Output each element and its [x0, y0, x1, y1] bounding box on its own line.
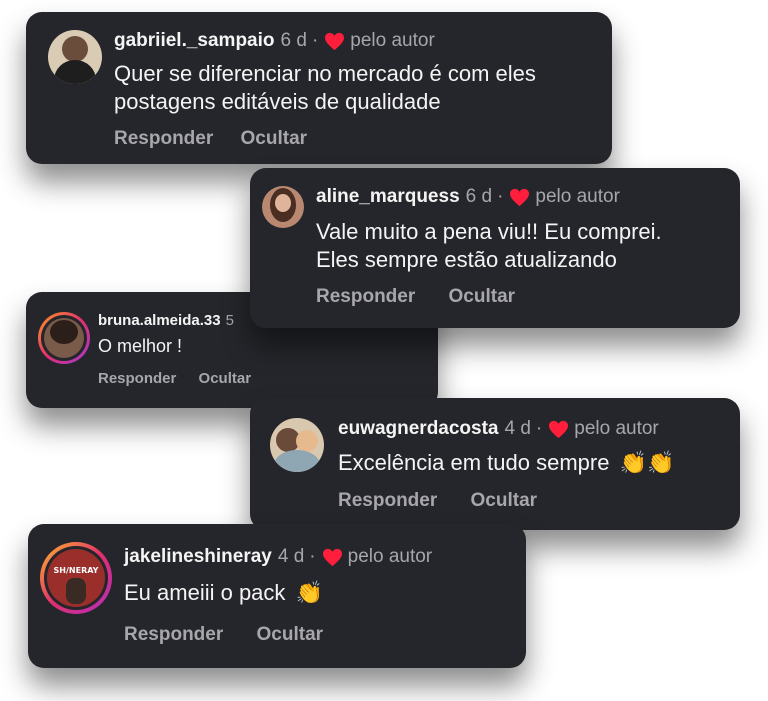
comment-header: euwagnerdacosta 4 d · pelo autor	[338, 418, 659, 440]
comment-header: aline_marquess 6 d · pelo autor	[316, 186, 620, 208]
username[interactable]: jakelineshineray	[124, 546, 272, 568]
comment-card: gabriiel._sampaio 6 d · pelo autor Quer …	[26, 12, 612, 164]
hide-button[interactable]: Ocultar	[257, 624, 324, 646]
avatar[interactable]	[262, 186, 304, 228]
username[interactable]: aline_marquess	[316, 186, 460, 208]
comment-header: gabriiel._sampaio 6 d · pelo autor	[114, 30, 435, 52]
username[interactable]: gabriiel._sampaio	[114, 30, 275, 52]
comment-header: bruna.almeida.33 5	[98, 312, 234, 329]
clapping-hands-icon: 👏	[647, 450, 675, 475]
heart-icon	[322, 548, 342, 566]
comment-actions: Responder Ocultar	[124, 624, 323, 646]
username[interactable]: euwagnerdacosta	[338, 418, 499, 440]
liked-by-author: pelo autor	[350, 30, 435, 51]
comment-age: 6 d	[465, 186, 493, 207]
hide-button[interactable]: Ocultar	[199, 370, 252, 387]
reply-button[interactable]: Responder	[98, 370, 176, 387]
comment-card: aline_marquess 6 d · pelo autor Vale mui…	[250, 168, 740, 328]
heart-icon	[549, 420, 569, 438]
comment-text: Eu ameiii o pack 👏	[124, 580, 323, 605]
comment-age: 6 d	[280, 30, 307, 51]
comment-card: SH/NERAY jakelineshineray 4 d · pelo aut…	[28, 524, 526, 668]
comment-text: O melhor !	[98, 336, 183, 356]
clapping-hands-icon: 👏	[295, 580, 323, 605]
comment-text: Vale muito a pena viu!! Eu comprei. Eles…	[316, 219, 662, 272]
reply-button[interactable]: Responder	[124, 624, 223, 646]
comment-age: 4 d	[504, 418, 531, 439]
comment-actions: Responder Ocultar	[338, 490, 537, 512]
avatar[interactable]	[48, 30, 102, 84]
hide-button[interactable]: Ocultar	[449, 286, 516, 308]
comment-actions: Responder Ocultar	[98, 370, 251, 387]
heart-icon	[325, 32, 345, 50]
liked-by-author: pelo autor	[574, 418, 659, 439]
comment-actions: Responder Ocultar	[316, 286, 515, 308]
liked-by-author: pelo autor	[535, 186, 620, 207]
comment-card: euwagnerdacosta 4 d · pelo autor Excelên…	[250, 398, 740, 530]
comment-header: jakelineshineray 4 d · pelo autor	[124, 546, 433, 568]
clapping-hands-icon: 👏	[619, 450, 647, 475]
avatar[interactable]	[38, 312, 90, 364]
comment-age: 5	[225, 312, 234, 329]
reply-button[interactable]: Responder	[316, 286, 415, 308]
liked-by-author: pelo autor	[347, 546, 433, 567]
username[interactable]: bruna.almeida.33	[98, 312, 221, 329]
hide-button[interactable]: Ocultar	[241, 128, 308, 150]
comment-age: 4 d	[277, 546, 305, 567]
heart-icon	[510, 188, 530, 206]
avatar-logo-text: SH/NERAY	[53, 566, 99, 575]
comment-actions: Responder Ocultar	[114, 128, 307, 150]
comment-text: Quer se diferenciar no mercado é com ele…	[114, 61, 536, 114]
hide-button[interactable]: Ocultar	[471, 490, 538, 512]
reply-button[interactable]: Responder	[114, 128, 213, 150]
avatar[interactable]	[270, 418, 324, 472]
reply-button[interactable]: Responder	[338, 490, 437, 512]
comment-text: Excelência em tudo sempre 👏👏	[338, 450, 675, 475]
avatar[interactable]: SH/NERAY	[40, 542, 112, 614]
